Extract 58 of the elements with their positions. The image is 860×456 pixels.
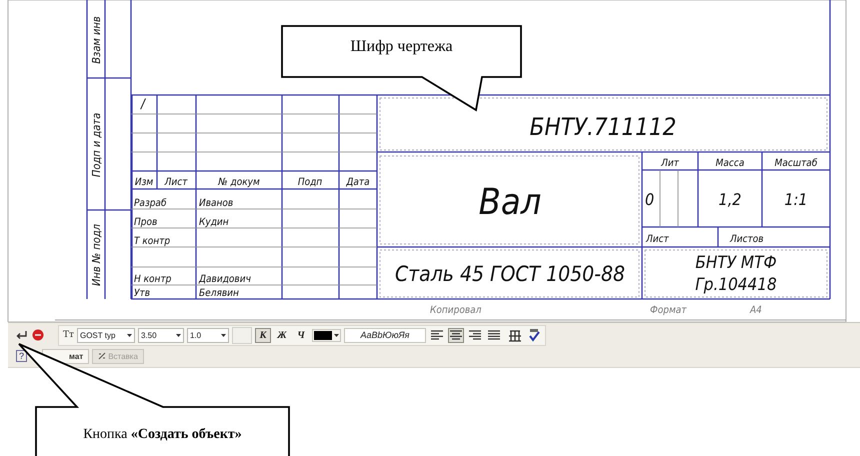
stamp-label: Инв № подл: [90, 224, 103, 286]
role-label: Разраб: [134, 198, 166, 209]
caret-icon: [220, 334, 226, 336]
signer-name: Кудин: [199, 217, 229, 228]
role-label: Пров: [134, 217, 158, 228]
caret-icon: [176, 334, 181, 336]
signer-name: Белявин: [199, 288, 239, 299]
column-header: Масса: [716, 158, 744, 169]
mass-value: 1,2: [718, 190, 742, 209]
enter-icon[interactable]: [16, 330, 28, 340]
align-button[interactable]: [428, 328, 445, 342]
font-icon: Tт: [63, 330, 74, 340]
material-text: Сталь 45 ГОСТ 1050-88: [394, 262, 626, 286]
callout-text: Кнопка «Создать объект»: [82, 427, 243, 443]
revision-mark: /: [141, 97, 145, 112]
spellcheck-icon[interactable]: [528, 328, 541, 342]
role-label: Т контр: [134, 236, 170, 247]
sheets-label: Листов: [730, 234, 764, 245]
sheet-label: Лист: [646, 234, 669, 245]
callout-text: Шифр чертежа: [349, 38, 454, 56]
column-header: Масштаб: [774, 158, 818, 169]
letter-value: 0: [645, 190, 654, 209]
drawing-designation: БНТУ.711112: [530, 113, 676, 141]
column-header: Лит: [661, 158, 679, 169]
part-name: Вал: [478, 182, 542, 223]
font-dropdown[interactable]: GOST typ: [76, 328, 135, 342]
caret-icon: [334, 334, 339, 336]
font-preview: АаBbЮюЯя: [344, 328, 426, 342]
insert-icon: [98, 352, 106, 360]
stop-icon[interactable]: [32, 329, 44, 341]
stamp-label: Подп и дата: [90, 112, 103, 178]
text-color-button[interactable]: [312, 328, 341, 342]
align-button[interactable]: [486, 328, 502, 342]
column-header: Подп: [298, 177, 322, 188]
column-header: Дата: [346, 177, 370, 188]
organization-text: Гр.104418: [695, 275, 777, 295]
organization-text: БНТУ МТФ: [695, 253, 777, 273]
align-button[interactable]: [448, 328, 464, 342]
text-style-button[interactable]: Ж: [274, 328, 290, 342]
caret-icon: [126, 334, 132, 336]
scale-value: 1:1: [784, 190, 808, 209]
signer-name: Иванов: [199, 198, 234, 209]
stamp-label: Взам инв: [90, 16, 103, 64]
footer-label: Копировал: [430, 305, 482, 316]
role-label: Утв: [134, 288, 150, 299]
text-style-button[interactable]: Ч: [292, 328, 309, 342]
align-button[interactable]: [466, 328, 483, 342]
column-header: № докум: [218, 177, 260, 188]
format-value: А4: [750, 305, 762, 316]
footer-label: Формат: [650, 305, 686, 316]
role-label: Н контр: [134, 274, 172, 285]
text-style-button[interactable]: К: [254, 328, 271, 342]
spacing-dropdown[interactable]: 1.0: [186, 328, 229, 342]
height-dropdown[interactable]: 3.50: [138, 328, 184, 342]
column-header: Лист: [164, 177, 188, 188]
column-header: Изм: [134, 177, 154, 188]
signer-name: Давидович: [199, 274, 251, 285]
table-icon[interactable]: [508, 328, 522, 342]
